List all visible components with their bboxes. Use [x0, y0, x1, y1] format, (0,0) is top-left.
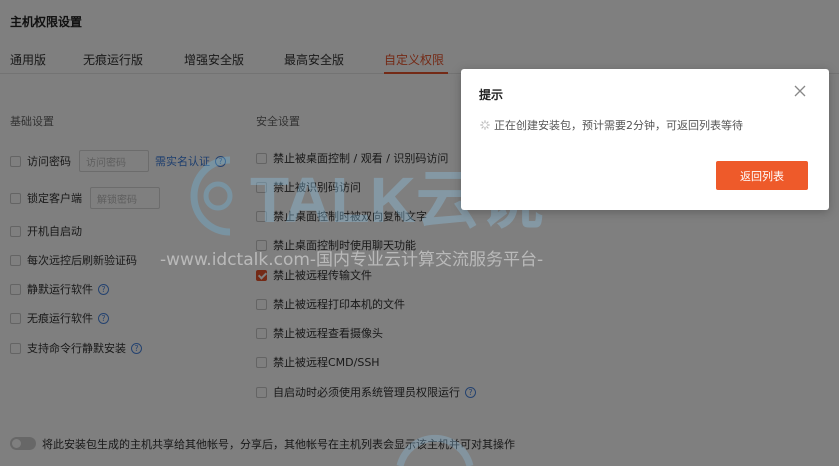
return-to-list-button[interactable]: 返回列表	[716, 161, 808, 190]
dialog-title: 提示	[479, 88, 504, 102]
tip-dialog: 提示 正在创建安装包，预计需要2分钟，可返回列表等待 返回列表	[461, 69, 829, 210]
dialog-message: 正在创建安装包，预计需要2分钟，可返回列表等待	[494, 119, 743, 132]
loading-spinner-icon	[480, 120, 490, 130]
close-icon[interactable]	[793, 84, 807, 98]
dialog-message-row: 正在创建安装包，预计需要2分钟，可返回列表等待	[480, 117, 743, 133]
